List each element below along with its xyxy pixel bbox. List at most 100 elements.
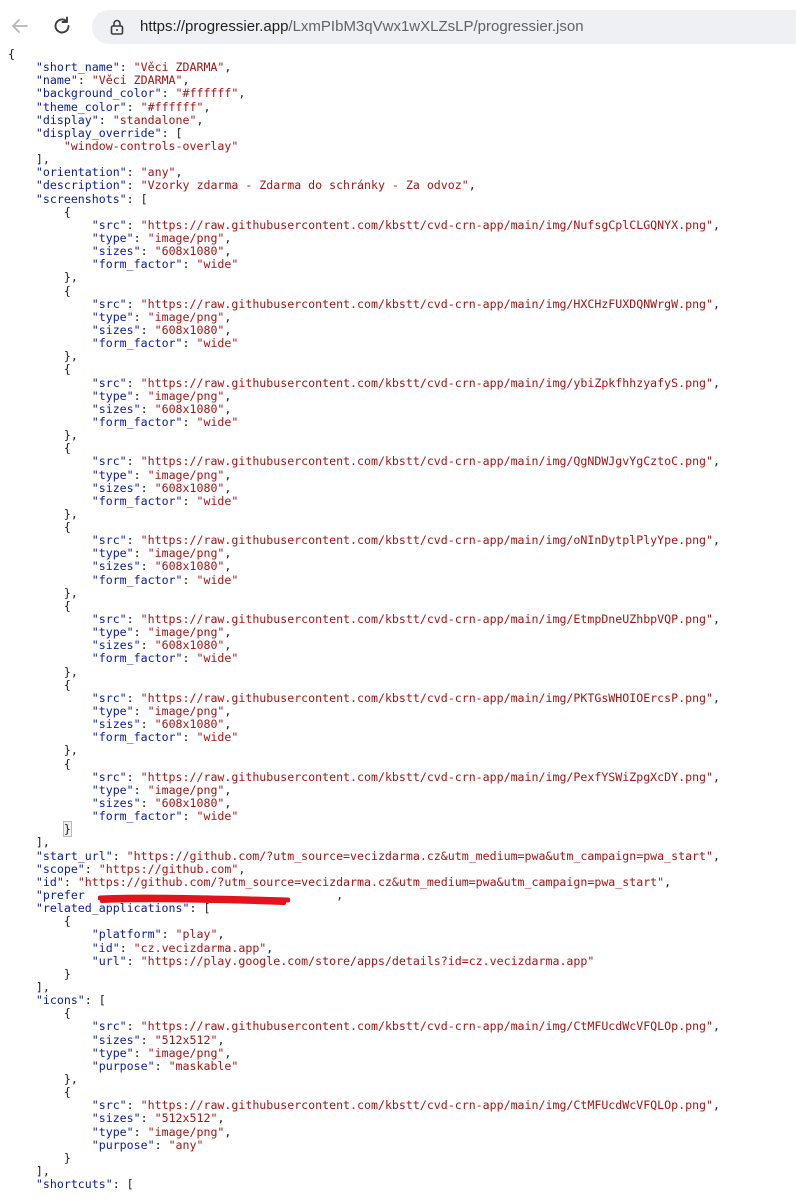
json-punctuation: { bbox=[8, 677, 71, 692]
json-string: "#ffffff" bbox=[175, 86, 239, 101]
json-key: "type" bbox=[91, 625, 134, 640]
json-line: } bbox=[8, 1151, 796, 1165]
json-punctuation: : bbox=[133, 230, 148, 245]
json-punctuation: : bbox=[154, 1058, 169, 1073]
json-key: "src" bbox=[91, 217, 127, 232]
json-punctuation: : bbox=[133, 546, 148, 561]
json-punctuation: , bbox=[224, 1124, 232, 1139]
json-punctuation: }, bbox=[8, 506, 78, 521]
json-punctuation: : bbox=[119, 940, 134, 955]
json-punctuation: : bbox=[126, 99, 141, 114]
json-string: "608x1080" bbox=[154, 480, 225, 495]
json-punctuation: { bbox=[8, 1006, 71, 1021]
json-punctuation: , bbox=[664, 874, 672, 889]
json-punctuation: : bbox=[126, 533, 141, 548]
json-punctuation bbox=[8, 86, 36, 100]
json-key: "form_factor" bbox=[91, 809, 183, 824]
json-punctuation bbox=[8, 888, 36, 902]
json-string: "wide" bbox=[196, 257, 239, 272]
json-punctuation: : bbox=[126, 690, 141, 705]
json-line: }, bbox=[8, 586, 796, 600]
json-key: "sizes" bbox=[91, 401, 141, 416]
json-punctuation: , bbox=[238, 86, 246, 101]
json-string: "https://raw.githubusercontent.com/kbstt… bbox=[140, 533, 714, 548]
json-line: "form_factor": "wide" bbox=[8, 810, 796, 823]
json-punctuation: : bbox=[140, 717, 155, 732]
json-string: "https://github.com/?utm_source=vecizdar… bbox=[126, 848, 713, 863]
json-punctuation bbox=[8, 875, 36, 889]
json-punctuation: , bbox=[224, 559, 232, 574]
json-punctuation: , bbox=[224, 1045, 232, 1060]
json-key: "id" bbox=[35, 874, 64, 889]
json-punctuation: : bbox=[133, 1124, 148, 1139]
json-punctuation: , bbox=[713, 296, 720, 311]
json-punctuation: , bbox=[224, 625, 232, 640]
json-punctuation: }, bbox=[8, 1071, 78, 1086]
json-punctuation: } bbox=[8, 966, 71, 981]
json-punctuation bbox=[8, 323, 92, 337]
json-key: "theme_color" bbox=[35, 99, 127, 114]
json-punctuation: , bbox=[224, 638, 232, 653]
json-key: "description" bbox=[35, 178, 127, 193]
json-string: "Vzorky zdarma - Zdarma do schránky - Za… bbox=[140, 178, 469, 193]
json-punctuation: , bbox=[217, 927, 225, 942]
json-line: "form_factor": "wide" bbox=[8, 337, 796, 350]
json-punctuation: : bbox=[133, 309, 148, 324]
json-punctuation: : bbox=[126, 165, 141, 180]
json-punctuation: }, bbox=[8, 349, 78, 364]
json-punctuation: : bbox=[140, 244, 155, 259]
url-text[interactable]: https://progressier.app/LxmPIbM3qVwx1wXL… bbox=[140, 10, 584, 44]
json-key: "background_color" bbox=[35, 86, 162, 101]
json-punctuation: , bbox=[224, 388, 232, 403]
json-punctuation: , bbox=[224, 796, 232, 811]
json-punctuation: : bbox=[182, 493, 197, 508]
json-punctuation bbox=[8, 415, 92, 429]
json-key: "sizes" bbox=[91, 559, 141, 574]
json-punctuation bbox=[8, 244, 92, 258]
json-punctuation: , bbox=[224, 717, 232, 732]
json-string: "608x1080" bbox=[154, 244, 225, 259]
json-key: "id" bbox=[91, 940, 120, 955]
json-key: "src" bbox=[91, 454, 127, 469]
json-string: "https://raw.githubusercontent.com/kbstt… bbox=[140, 1019, 714, 1034]
json-punctuation bbox=[8, 730, 92, 744]
site-info-button[interactable] bbox=[108, 18, 126, 36]
json-punctuation bbox=[8, 113, 36, 127]
json-punctuation: : bbox=[112, 848, 127, 863]
json-punctuation bbox=[8, 231, 92, 245]
json-punctuation bbox=[8, 770, 92, 784]
json-key: "sizes" bbox=[91, 796, 141, 811]
json-key: "sizes" bbox=[91, 244, 141, 259]
json-punctuation: , bbox=[224, 704, 232, 719]
json-punctuation: : bbox=[133, 704, 148, 719]
json-punctuation bbox=[8, 927, 92, 941]
url-path: /LxmPIbM3qVwx1wXLZsLP/progressier.json bbox=[288, 18, 584, 35]
json-punctuation: : bbox=[182, 414, 197, 429]
json-key: "src" bbox=[91, 533, 127, 548]
json-string: "wide" bbox=[196, 651, 239, 666]
json-punctuation: { bbox=[8, 914, 71, 929]
json-punctuation: : [ bbox=[126, 191, 148, 206]
json-punctuation: { bbox=[8, 1085, 71, 1100]
json-punctuation: { bbox=[8, 441, 71, 456]
json-line: "screenshots": [ bbox=[8, 191, 796, 206]
json-punctuation: { bbox=[8, 283, 71, 298]
json-line: }, bbox=[8, 429, 796, 442]
reload-button[interactable] bbox=[48, 12, 76, 40]
json-punctuation bbox=[8, 717, 92, 731]
json-punctuation bbox=[8, 1111, 92, 1125]
json-punctuation: }, bbox=[8, 743, 78, 758]
lock-icon bbox=[110, 19, 124, 35]
reload-icon bbox=[54, 16, 70, 34]
json-punctuation: { bbox=[8, 598, 71, 613]
json-punctuation: ], bbox=[8, 1163, 50, 1178]
json-punctuation bbox=[8, 822, 64, 836]
json-key: "src" bbox=[91, 612, 127, 627]
json-string: "https://raw.githubusercontent.com/kbstt… bbox=[140, 217, 714, 232]
back-button[interactable] bbox=[6, 12, 34, 40]
json-key: "prefer bbox=[35, 888, 85, 902]
json-punctuation: : bbox=[133, 388, 148, 403]
address-bar[interactable]: https://progressier.app/LxmPIbM3qVwx1wXL… bbox=[92, 10, 796, 44]
json-string: "https://raw.githubusercontent.com/kbstt… bbox=[140, 296, 714, 311]
json-punctuation: : [ bbox=[112, 1177, 134, 1192]
